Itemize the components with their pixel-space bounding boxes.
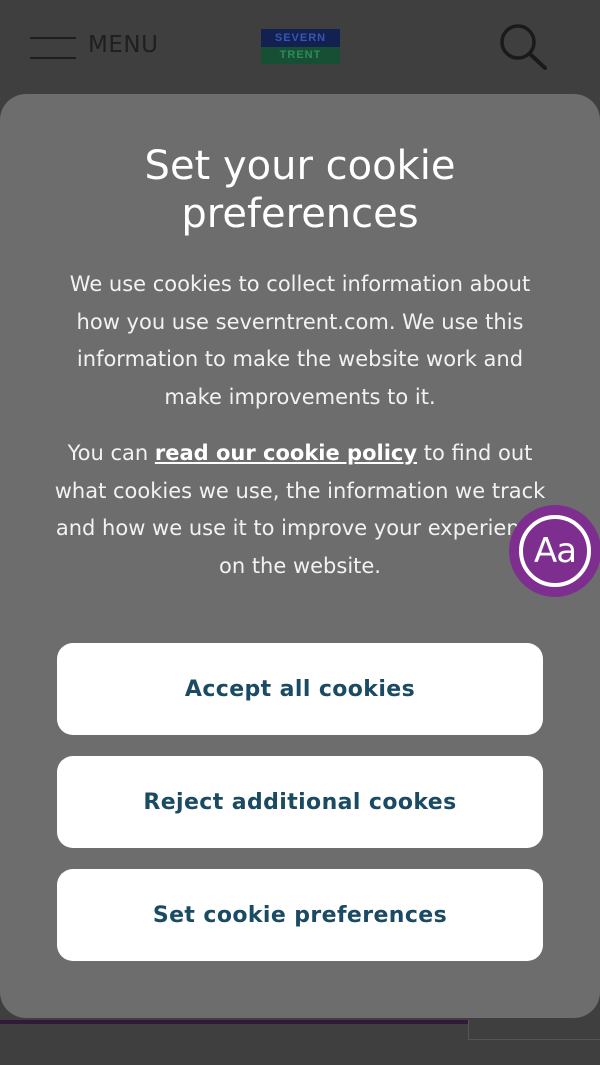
menu-button[interactable]: MENU [30,28,158,62]
purple-divider [0,1020,470,1024]
hamburger-icon [30,32,76,59]
search-icon [500,24,547,70]
text-size-icon: Aa [519,515,591,587]
background-card-edge [468,1020,600,1040]
accessibility-button[interactable]: Aa [509,505,600,597]
logo-top-text: SEVERN [261,29,340,47]
cookie-intro-text: We use cookies to collect information ab… [69,272,531,409]
logo-bottom-text: TRENT [261,47,340,64]
modal-title: Set your cookie preferences [144,143,456,237]
reject-additional-cookies-button[interactable]: Reject additional cookes [57,756,543,848]
severn-trent-logo[interactable]: SEVERN TRENT [261,29,340,65]
set-cookie-preferences-button[interactable]: Set cookie preferences [57,869,543,961]
accessibility-label: Aa [533,531,577,571]
cookie-policy-link[interactable]: read our cookie policy [155,441,417,465]
site-header: MENU SEVERN TRENT [0,0,600,92]
search-button[interactable] [498,22,548,70]
cookie-policy-text: You can read our cookie policy to find o… [50,435,550,585]
page: MENU SEVERN TRENT Set your cookie prefer… [0,0,600,1065]
policy-prefix: You can [67,441,155,465]
menu-label: MENU [88,32,159,58]
accept-all-cookies-button[interactable]: Accept all cookies [57,643,543,735]
